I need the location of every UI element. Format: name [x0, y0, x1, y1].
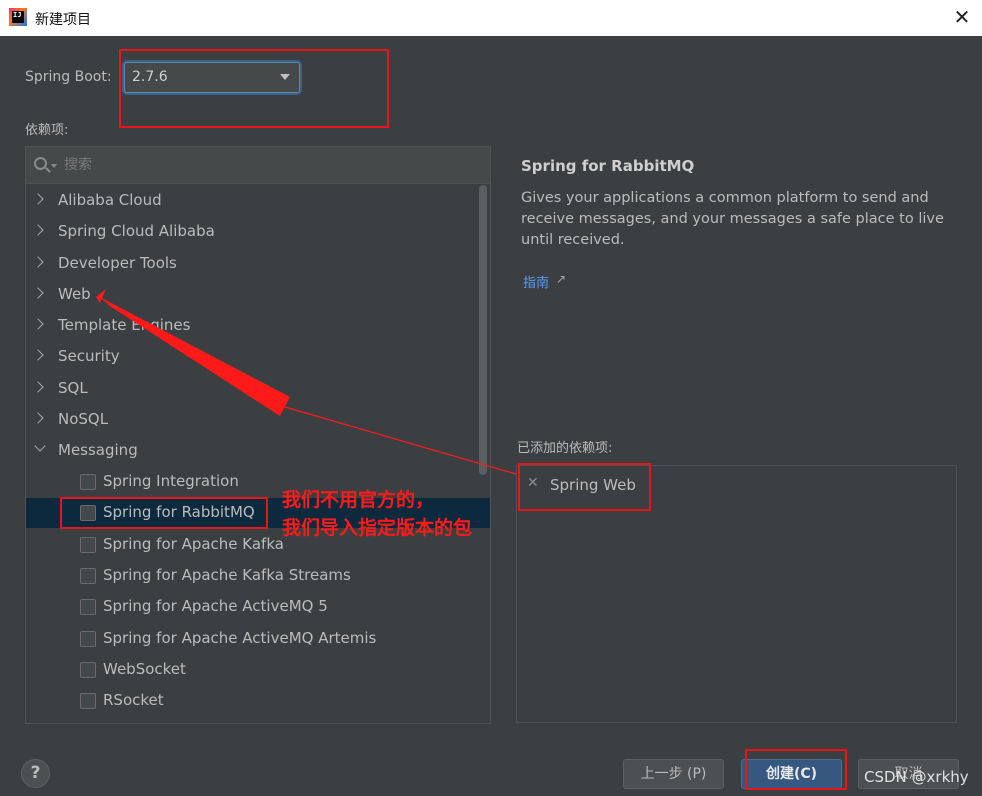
dependency-spring-for-apache-activemq-artemis[interactable]: Spring for Apache ActiveMQ Artemis — [26, 624, 478, 654]
guide-link[interactable]: 指南 — [523, 272, 549, 291]
dependency-label: RSocket — [103, 691, 164, 709]
checkbox[interactable] — [80, 537, 96, 553]
dependency-label: Spring for Apache ActiveMQ 5 — [103, 597, 328, 615]
search-options-caret-icon[interactable] — [51, 164, 57, 168]
category-label: Web — [58, 285, 91, 303]
selected-version: 2.7.6 — [132, 69, 168, 85]
annotation-text: 我们不用官方的， 我们导入指定版本的包 — [282, 486, 472, 542]
category-label: SQL — [58, 379, 88, 397]
category-label: Alibaba Cloud — [58, 191, 162, 209]
search-icon[interactable] — [34, 157, 47, 170]
help-button[interactable]: ? — [21, 759, 50, 788]
search-input[interactable] — [64, 155, 464, 175]
checkbox[interactable] — [80, 693, 96, 709]
checkbox[interactable] — [80, 474, 96, 490]
tree-category-sql[interactable]: SQL — [26, 374, 478, 404]
category-label: NoSQL — [58, 410, 109, 428]
dependency-detail-title: Spring for RabbitMQ — [521, 157, 695, 175]
chevron-right-icon — [32, 224, 44, 236]
category-label: Spring Cloud Alibaba — [58, 222, 215, 240]
chevron-down-icon — [280, 74, 290, 80]
added-dependencies-label: 已添加的依赖项: — [517, 441, 613, 456]
tree-category-template-engines[interactable]: Template Engines — [26, 311, 478, 341]
category-label: Developer Tools — [58, 254, 177, 272]
previous-button[interactable]: 上一步 (P) — [623, 759, 724, 789]
tree-category-web[interactable]: Web — [26, 280, 478, 310]
tree-scrollbar[interactable] — [479, 185, 487, 475]
dependency-detail-description: Gives your applications a common platfor… — [521, 190, 944, 248]
checkbox[interactable] — [80, 505, 96, 521]
tree-category-alibaba-cloud[interactable]: Alibaba Cloud — [26, 186, 478, 216]
chevron-right-icon — [32, 412, 44, 424]
window-title: 新建项目 — [35, 12, 91, 28]
search-bar — [26, 147, 490, 184]
chevron-right-icon — [32, 256, 44, 268]
dependency-label: Spring for Apache ActiveMQ Artemis — [103, 629, 377, 647]
tree-category-security[interactable]: Security — [26, 342, 478, 372]
tree-category-messaging[interactable]: Messaging — [26, 436, 478, 466]
annotation-line-1: 我们不用官方的， — [282, 489, 435, 511]
checkbox[interactable] — [80, 631, 96, 647]
tree-category-spring-cloud-alibaba[interactable]: Spring Cloud Alibaba — [26, 217, 478, 247]
dependency-rsocket[interactable]: RSocket — [26, 686, 478, 716]
intellij-app-icon: IJ — [9, 8, 27, 26]
checkbox[interactable] — [80, 599, 96, 615]
title-bar: IJ 新建项目 ✕ — [0, 0, 982, 36]
category-label: Security — [58, 347, 120, 365]
tree-category-developer-tools[interactable]: Developer Tools — [26, 249, 478, 279]
added-dependencies-list: ✕ Spring Web — [516, 465, 957, 723]
tree-category-nosql[interactable]: NoSQL — [26, 405, 478, 435]
spring-boot-version-select[interactable]: 2.7.6 — [124, 62, 300, 93]
dependency-spring-for-apache-kafka-streams[interactable]: Spring for Apache Kafka Streams — [26, 561, 478, 591]
dependencies-label: 依赖项: — [25, 123, 69, 138]
spring-boot-label: Spring Boot: — [25, 69, 112, 85]
chevron-right-icon — [32, 349, 44, 361]
csdn-watermark: CSDN @xrkhy — [864, 768, 969, 786]
dependency-label: WebSocket — [103, 660, 186, 678]
dependency-label: Spring for Apache Kafka Streams — [103, 566, 351, 584]
chevron-right-icon — [32, 318, 44, 330]
dependency-spring-for-apache-activemq-5[interactable]: Spring for Apache ActiveMQ 5 — [26, 592, 478, 622]
dependency-tree: Alibaba Cloud Spring Cloud Alibaba Devel… — [25, 146, 491, 724]
annotation-line-2: 我们导入指定版本的包 — [282, 517, 473, 539]
dependency-label: Spring Integration — [103, 472, 239, 490]
category-label: Template Engines — [58, 316, 191, 334]
chevron-down-icon — [34, 440, 46, 452]
dependency-label: Spring for RabbitMQ — [103, 503, 255, 521]
checkbox[interactable] — [80, 568, 96, 584]
create-button[interactable]: 创建(C) — [741, 759, 842, 789]
dependency-label: Spring for Apache Kafka — [103, 535, 284, 553]
chevron-right-icon — [32, 193, 44, 205]
category-label: Messaging — [58, 441, 138, 459]
chevron-right-icon — [32, 287, 44, 299]
checkbox[interactable] — [80, 662, 96, 678]
added-dependency-item: Spring Web — [550, 476, 636, 494]
chevron-right-icon — [32, 381, 44, 393]
remove-icon[interactable]: ✕ — [527, 475, 539, 491]
close-icon[interactable]: ✕ — [950, 6, 974, 30]
external-link-icon: ↗ — [556, 272, 567, 286]
dependency-websocket[interactable]: WebSocket — [26, 655, 478, 685]
